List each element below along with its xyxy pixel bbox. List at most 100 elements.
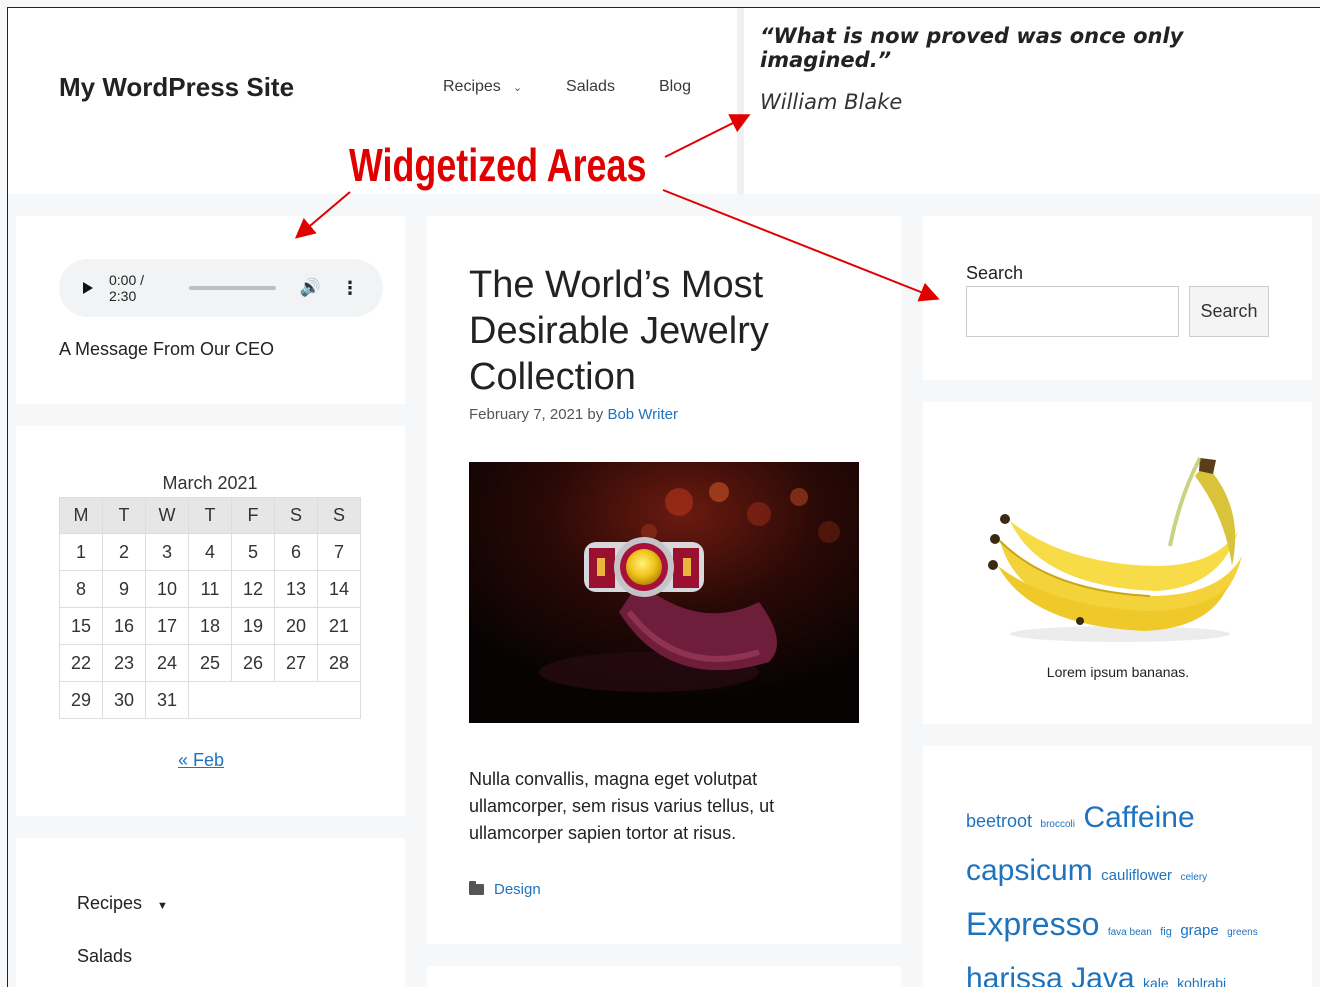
nav-item-label: Salads (566, 78, 615, 95)
calendar-day: 9 (102, 570, 146, 608)
calendar-day: 16 (102, 607, 146, 645)
caret-down-icon: ▼ (157, 900, 168, 912)
calendar-day: 27 (274, 644, 318, 682)
calendar-day: 28 (317, 644, 361, 682)
calendar-week-row: 8 9 10 11 12 13 14 (59, 570, 361, 608)
calendar-week-row: 29 30 31 (59, 681, 361, 719)
calendar-empty-cell (188, 681, 361, 719)
search-label: Search (966, 263, 1024, 283)
chevron-down-icon: ⌄ (512, 81, 523, 94)
calendar-day: 19 (231, 607, 275, 645)
quote-author: William Blake (760, 90, 903, 114)
post-by: by (587, 406, 604, 423)
folder-icon (469, 881, 484, 895)
calendar-day: 7 (317, 533, 361, 571)
calendar-day: 24 (145, 644, 189, 682)
calendar-day: 18 (188, 607, 232, 645)
image-caption: Lorem ipsum bananas. (1046, 664, 1190, 680)
calendar-caption: March 2021 (162, 473, 258, 493)
nav-item-blog[interactable]: Blog (659, 78, 691, 96)
calendar-day: 30 (102, 681, 146, 719)
audio-progress-bar[interactable] (188, 286, 276, 290)
tag-cloud: beetroot broccoli Caffeine capsicum caul… (966, 795, 1266, 987)
post-category-link[interactable]: Design (494, 881, 541, 898)
calendar-week-row: 22 23 24 25 26 27 28 (59, 644, 361, 682)
site-title[interactable]: My WordPress Site (59, 72, 294, 103)
search-button[interactable]: Search (1189, 286, 1269, 337)
nav-item-recipes[interactable]: Recipes ⌄ (443, 78, 522, 96)
post-featured-image[interactable] (469, 462, 859, 723)
nav-item-salads[interactable]: Salads (566, 78, 615, 96)
tag-link[interactable]: grape (1180, 922, 1218, 939)
weekday-header: F (231, 497, 275, 534)
tag-link[interactable]: greens (1227, 927, 1258, 938)
more-options-icon[interactable]: ⋮ (341, 278, 359, 299)
primary-nav: Recipes ⌄ Salads Blog (443, 78, 735, 96)
tag-link[interactable]: cauliflower (1101, 867, 1172, 884)
weekday-header: M (59, 497, 103, 534)
widget-menu-list: Recipes ▼ Salads (77, 893, 168, 987)
tag-link[interactable]: celery (1181, 872, 1208, 883)
weekday-header: T (102, 497, 146, 534)
search-input[interactable] (966, 286, 1179, 337)
calendar-day: 11 (188, 570, 232, 608)
bananas-image[interactable] (980, 446, 1248, 646)
post-category: Design (469, 881, 541, 898)
play-icon[interactable] (83, 282, 93, 294)
nav-item-label: Recipes (443, 78, 501, 95)
calendar-day: 23 (102, 644, 146, 682)
calendar-day: 3 (145, 533, 189, 571)
menu-item-salads[interactable]: Salads (77, 946, 168, 967)
calendar-body: 1 2 3 4 5 6 7 8 9 10 11 12 13 14 15 16 17 18 19 20 21 22 23 24 2… (59, 533, 361, 719)
calendar-day: 8 (59, 570, 103, 608)
weekday-header: S (317, 497, 361, 534)
calendar-day: 5 (231, 533, 275, 571)
calendar-day: 20 (274, 607, 318, 645)
calendar-prev-month-link[interactable]: « Feb (178, 750, 224, 771)
calendar-day: 6 (274, 533, 318, 571)
audio-time: 0:00 / 2:30 (109, 272, 145, 304)
post-title[interactable]: The World’s Most Desirable Jewelry Colle… (469, 262, 869, 400)
calendar-day: 26 (231, 644, 275, 682)
calendar-day: 10 (145, 570, 189, 608)
tag-link[interactable]: kohlrabi (1177, 975, 1226, 987)
post-author-link[interactable]: Bob Writer (607, 406, 678, 423)
tag-link[interactable]: harissa (966, 962, 1063, 987)
tag-link[interactable]: Java (1071, 962, 1134, 987)
tag-link[interactable]: fig (1160, 926, 1172, 938)
calendar-day: 15 (59, 607, 103, 645)
calendar-day: 14 (317, 570, 361, 608)
calendar-day: 4 (188, 533, 232, 571)
menu-widget (16, 838, 405, 987)
calendar-day: 31 (145, 681, 189, 719)
calendar-week-row: 1234567 (59, 533, 361, 571)
calendar-day: 13 (274, 570, 318, 608)
tag-link[interactable]: Caffeine (1083, 801, 1194, 834)
weekday-header: T (188, 497, 232, 534)
tag-link[interactable]: beetroot (966, 811, 1032, 831)
nav-item-label: Blog (658, 78, 691, 95)
jewelry-watch-image (469, 462, 859, 723)
post-excerpt: Nulla convallis, magna eget volutpat ull… (469, 769, 775, 843)
tag-link[interactable]: Expresso (966, 906, 1099, 942)
tag-link[interactable]: broccoli (1041, 819, 1075, 830)
tag-link[interactable]: fava bean (1108, 927, 1152, 938)
post-date[interactable]: February 7, 2021 (469, 406, 583, 423)
tag-link[interactable]: kale (1143, 975, 1169, 987)
calendar-table: M T W T F S S 1 2 3 4 5 6 7 8 9 10 11 12 13 14 15 16 17 1… (59, 497, 361, 719)
menu-item-label: Recipes (77, 893, 143, 913)
calendar-weekday-row: M T W T F S S (59, 497, 361, 534)
calendar-day: 22 (59, 644, 103, 682)
audio-player[interactable]: 0:00 / 2:30 🔊 ⋮ (59, 259, 383, 317)
next-post-card (427, 966, 901, 987)
annotation-label: Widgetized Areas (349, 139, 647, 191)
menu-item-label: Salads (77, 946, 133, 966)
calendar-day: 25 (188, 644, 232, 682)
tag-link[interactable]: capsicum (966, 854, 1093, 887)
calendar-day: 17 (145, 607, 189, 645)
header-divider (737, 8, 744, 194)
weekday-header: S (274, 497, 318, 534)
menu-item-recipes[interactable]: Recipes ▼ (77, 893, 168, 914)
calendar-day: 21 (317, 607, 361, 645)
volume-icon[interactable]: 🔊 (300, 278, 321, 298)
